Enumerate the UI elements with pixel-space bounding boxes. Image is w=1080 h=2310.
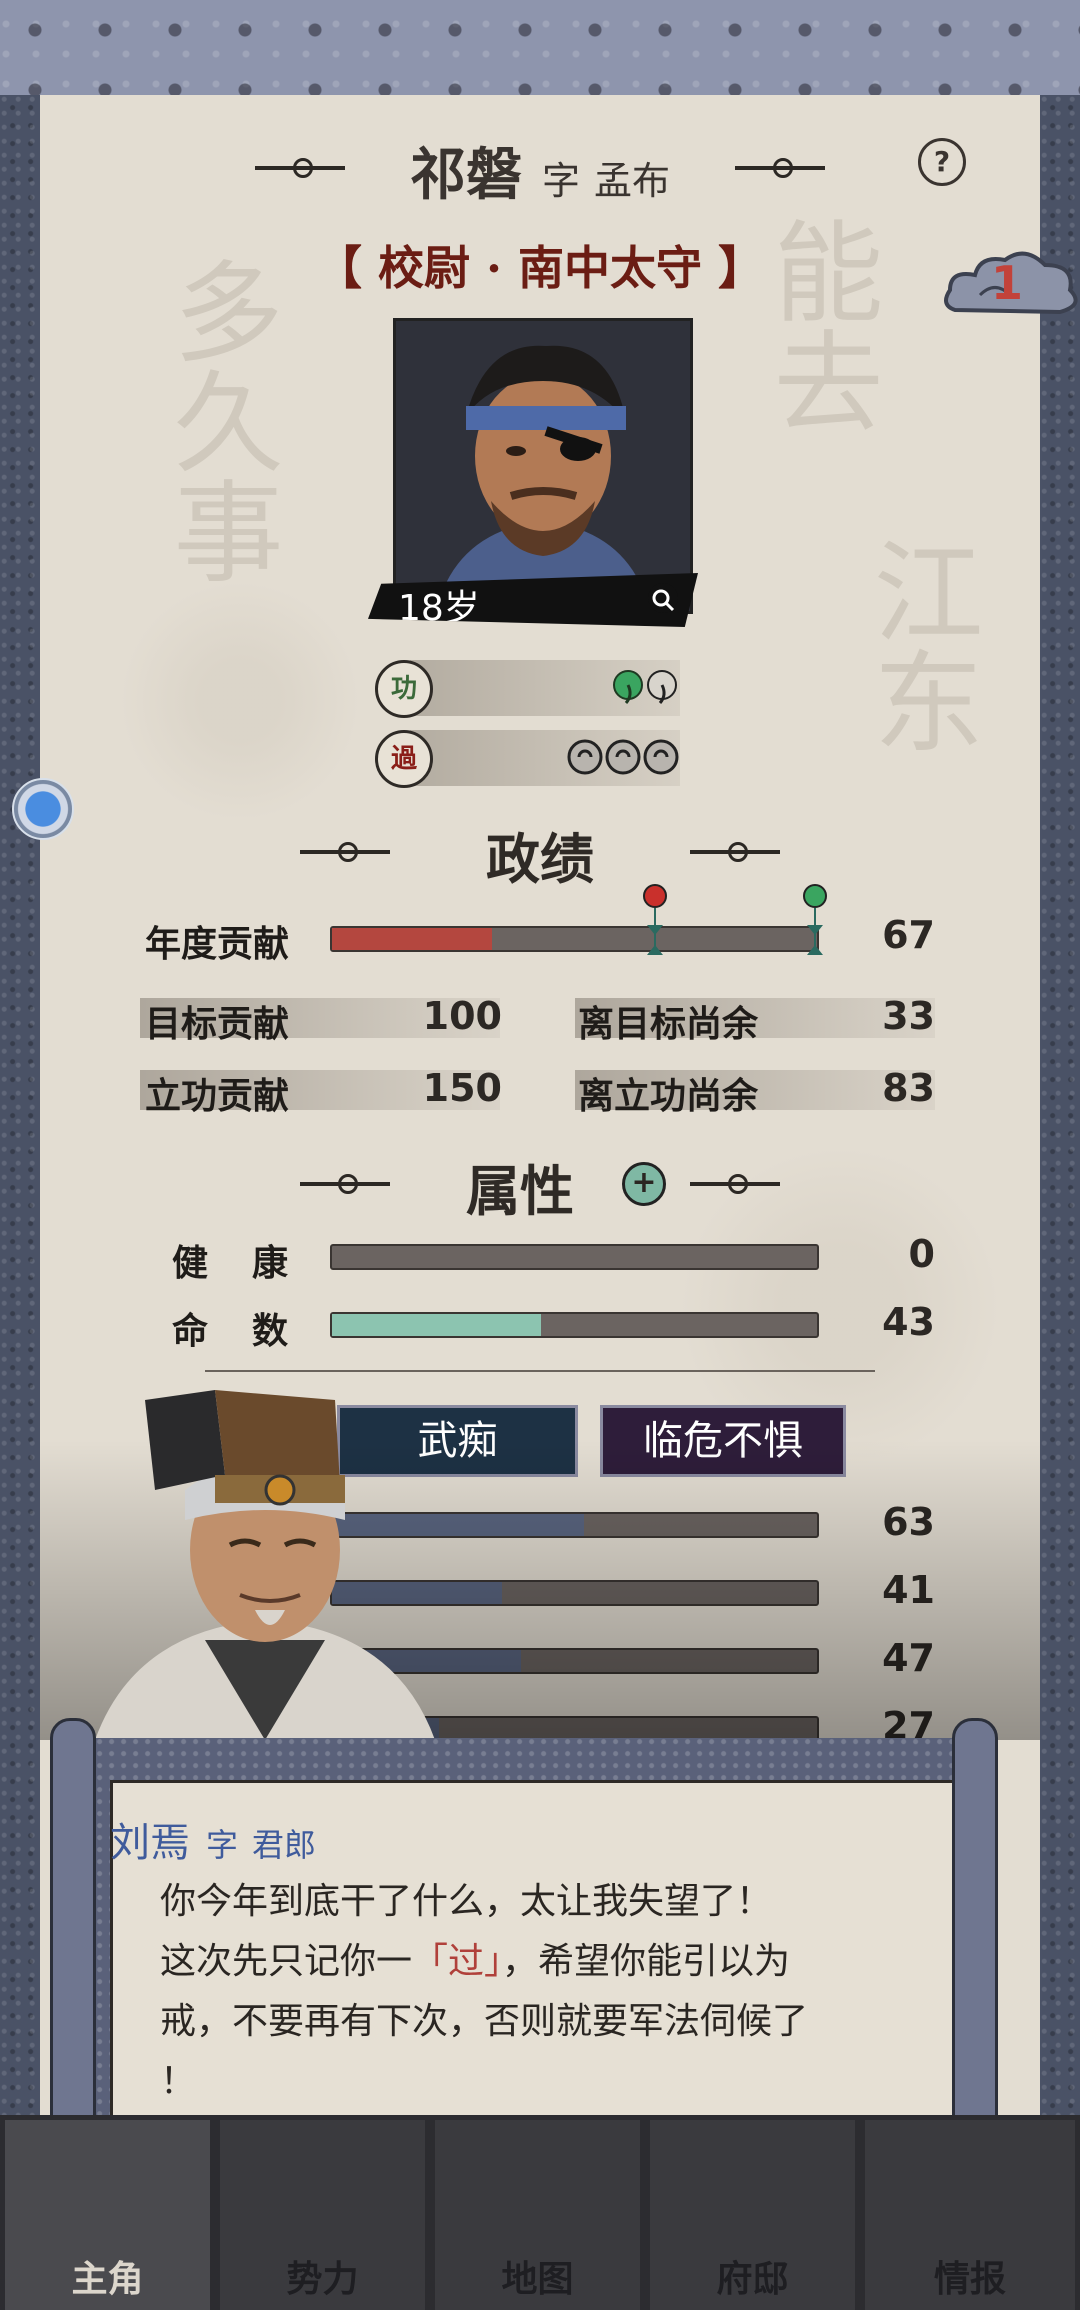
nav-item-mansion[interactable]: 府邸 (650, 2120, 855, 2310)
remaining-target-label: 离目标尚余 (578, 1004, 759, 1045)
nav-item-protagonist[interactable]: 主角 (5, 2120, 210, 2310)
remaining-target-value: 33 (882, 994, 935, 1038)
merit-tokens (610, 665, 690, 713)
official-title: 【 校尉 · 南中太守 】 (315, 241, 765, 295)
dialog-text: ，希望你能引以为 (502, 1941, 791, 1982)
nav-label: 情报 (933, 2258, 1006, 2300)
nav-label: 主角 (71, 2258, 144, 2300)
add-attribute-icon[interactable]: + (622, 1162, 666, 1206)
nav-item-intel[interactable]: 情报 (865, 2120, 1075, 2310)
courtesy-prefix: 字 (541, 159, 580, 203)
speaker-courtesy-prefix: 字 (206, 1826, 239, 1864)
merit-contribution-label: 立功贡献 (145, 1076, 290, 1117)
help-icon[interactable]: ? (918, 138, 966, 186)
dialog-line: 你今年到底干了什么，太让我失望了！ (160, 1881, 773, 1922)
gong-seal: 功 (375, 660, 433, 718)
annual-contribution-bar (330, 926, 819, 952)
nav-item-map[interactable]: 地图 (435, 2120, 640, 2310)
remaining-merit-label: 离立功尚余 (578, 1076, 759, 1117)
speaker-name: 刘焉 (110, 1820, 190, 1866)
right-frame (1040, 95, 1080, 2115)
dialog-line: 戒，不要再有下次，否则就要军法伺候了 (160, 2001, 809, 2042)
merit-marker (800, 880, 830, 964)
character-portrait[interactable] (393, 318, 693, 614)
demerit-swirl-icon (567, 739, 679, 775)
health-bar (330, 1244, 819, 1270)
speaker-name-row: 刘焉字君郎 (110, 1810, 316, 1868)
courtesy-name: 孟布 (594, 159, 671, 203)
performance-title: 政绩 (486, 827, 594, 891)
dialog-highlight: 「过」 (412, 1941, 503, 1982)
merit-drop-icon (613, 670, 677, 704)
target-contribution-label: 目标贡献 (145, 1004, 290, 1045)
notification-badge[interactable]: 1 (935, 240, 1080, 335)
fate-fill (332, 1314, 541, 1336)
fate-label: 命 数 (172, 1311, 293, 1352)
annual-contribution-value: 67 (882, 913, 935, 957)
attributes-title: 属性 (466, 1159, 574, 1223)
top-banner (0, 0, 1080, 101)
health-label: 健 康 (172, 1243, 293, 1284)
background-calligraphy: 多久事 (154, 255, 283, 585)
nav-label: 势力 (286, 2258, 359, 2300)
remaining-merit-value: 83 (882, 1066, 935, 1110)
dialog-line: ！ (160, 2061, 197, 2102)
dialog-line: 这次先只记你一「过」，希望你能引以为 (160, 1932, 790, 1984)
guo-seal: 過 (375, 730, 433, 788)
merit-contribution-value: 150 (422, 1066, 502, 1110)
target-contribution-value: 100 (422, 994, 502, 1038)
target-marker (640, 880, 670, 964)
left-frame (0, 95, 40, 2115)
speaker-portrait (95, 1380, 435, 1740)
annual-contribution-fill (332, 928, 493, 950)
character-name: 祁磐 (409, 142, 522, 208)
nav-label: 府邸 (716, 2258, 789, 2300)
demerit-tokens (565, 735, 685, 783)
notification-count: 1 (991, 256, 1024, 310)
divider (205, 1370, 875, 1372)
nav-item-faction[interactable]: 势力 (220, 2120, 425, 2310)
background-calligraphy: 江东 (854, 535, 983, 755)
annual-contribution-label: 年度贡献 (145, 924, 290, 965)
fate-bar (330, 1312, 819, 1338)
dialog-text: 这次先只记你一 (160, 1941, 413, 1982)
speaker-courtesy-name: 君郎 (252, 1826, 317, 1864)
speaker-portrait-image (95, 1390, 435, 1740)
character-name-row: 祁磐字孟布 (0, 130, 1080, 211)
magnifier-icon[interactable] (648, 583, 678, 613)
portrait-image (396, 321, 690, 611)
health-value: 0 (908, 1232, 935, 1276)
fate-value: 43 (882, 1300, 935, 1344)
nav-label: 地图 (501, 2258, 574, 2300)
